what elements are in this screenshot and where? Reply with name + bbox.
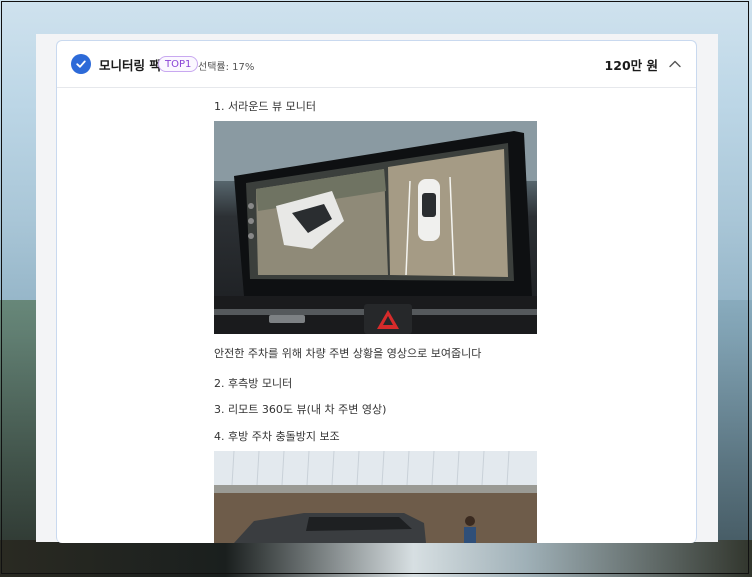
option-card-header[interactable]: 모니터링 팩 TOP1 선택률: 17% 120만 원 <box>57 41 696 88</box>
detail-item-1: 1. 서라운드 뷰 모니터 <box>214 100 316 113</box>
option-card-monitoring-pack: 모니터링 팩 TOP1 선택률: 17% 120만 원 1. 서라운드 뷰 모니… <box>56 40 697 543</box>
detail-item-4: 4. 후방 주차 충돌방지 보조 <box>214 430 340 443</box>
option-title: 모니터링 팩 <box>99 58 161 73</box>
background-hill-right <box>712 300 752 550</box>
rear-parking-assist-image <box>214 451 537 543</box>
surround-view-monitor-image <box>214 121 537 334</box>
detail-item-3: 3. 리모트 360도 뷰(내 차 주변 영상) <box>214 403 387 416</box>
background-hill-left <box>0 300 40 550</box>
background-bottom-strip <box>0 540 752 577</box>
check-circle-icon[interactable] <box>71 54 91 74</box>
top-badge: TOP1 <box>158 56 199 72</box>
detail-item-1-description: 안전한 주차를 위해 차량 주변 상황을 영상으로 보여줍니다 <box>214 347 482 360</box>
option-price: 120만 원 <box>604 58 658 73</box>
chevron-up-icon[interactable] <box>667 56 683 72</box>
selection-rate: 선택률: 17% <box>198 62 255 73</box>
detail-item-2: 2. 후측방 모니터 <box>214 377 293 390</box>
